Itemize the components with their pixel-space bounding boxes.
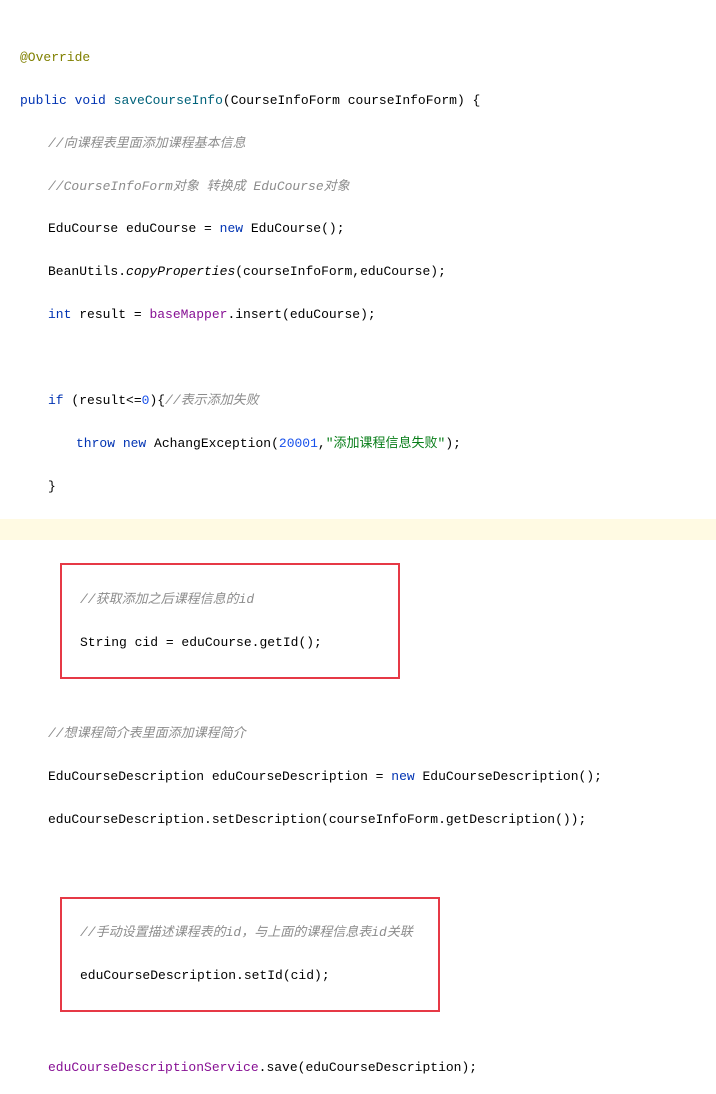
override-annotation: @Override	[20, 50, 90, 65]
var-declaration: EduCourse eduCourse = new EduCourse();	[20, 218, 716, 239]
comment-line: //获取添加之后课程信息的id	[66, 589, 394, 610]
highlighted-blank-line	[0, 519, 716, 540]
blank-line	[20, 347, 716, 368]
comment-line: //向课程表里面添加课程基本信息	[20, 133, 716, 154]
blank-line	[20, 852, 716, 873]
method-signature: public void saveCourseInfo(CourseInfoFor…	[20, 90, 716, 111]
blank-line	[20, 1014, 716, 1035]
statement: eduCourseDescription.setDescription(cour…	[20, 809, 716, 830]
var-declaration: String cid = eduCourse.getId();	[66, 632, 394, 653]
comment-line: //CourseInfoForm对象 转换成 EduCourse对象	[20, 176, 716, 197]
annotation-line: @Override	[20, 47, 716, 68]
highlight-box-1: //获取添加之后课程信息的id String cid = eduCourse.g…	[60, 563, 400, 678]
blank-line	[20, 681, 716, 702]
throw-statement: throw new AchangException(20001,"添加课程信息失…	[20, 433, 716, 454]
statement: eduCourseDescriptionService.save(eduCour…	[20, 1057, 716, 1078]
code-editor[interactable]: @Override public void saveCourseInfo(Cou…	[0, 4, 716, 1094]
var-declaration: int result = baseMapper.insert(eduCourse…	[20, 304, 716, 325]
var-declaration: EduCourseDescription eduCourseDescriptio…	[20, 766, 716, 787]
comment-line: //手动设置描述课程表的id，与上面的课程信息表id关联	[66, 922, 434, 943]
comment-line: //想课程简介表里面添加课程简介	[20, 723, 716, 744]
brace-close: }	[20, 476, 716, 497]
statement: eduCourseDescription.setId(cid);	[66, 965, 434, 986]
statement: BeanUtils.copyProperties(courseInfoForm,…	[20, 261, 716, 282]
if-statement: if (result<=0){//表示添加失败	[20, 390, 716, 411]
highlight-box-2: //手动设置描述课程表的id，与上面的课程信息表id关联 eduCourseDe…	[60, 897, 440, 1012]
